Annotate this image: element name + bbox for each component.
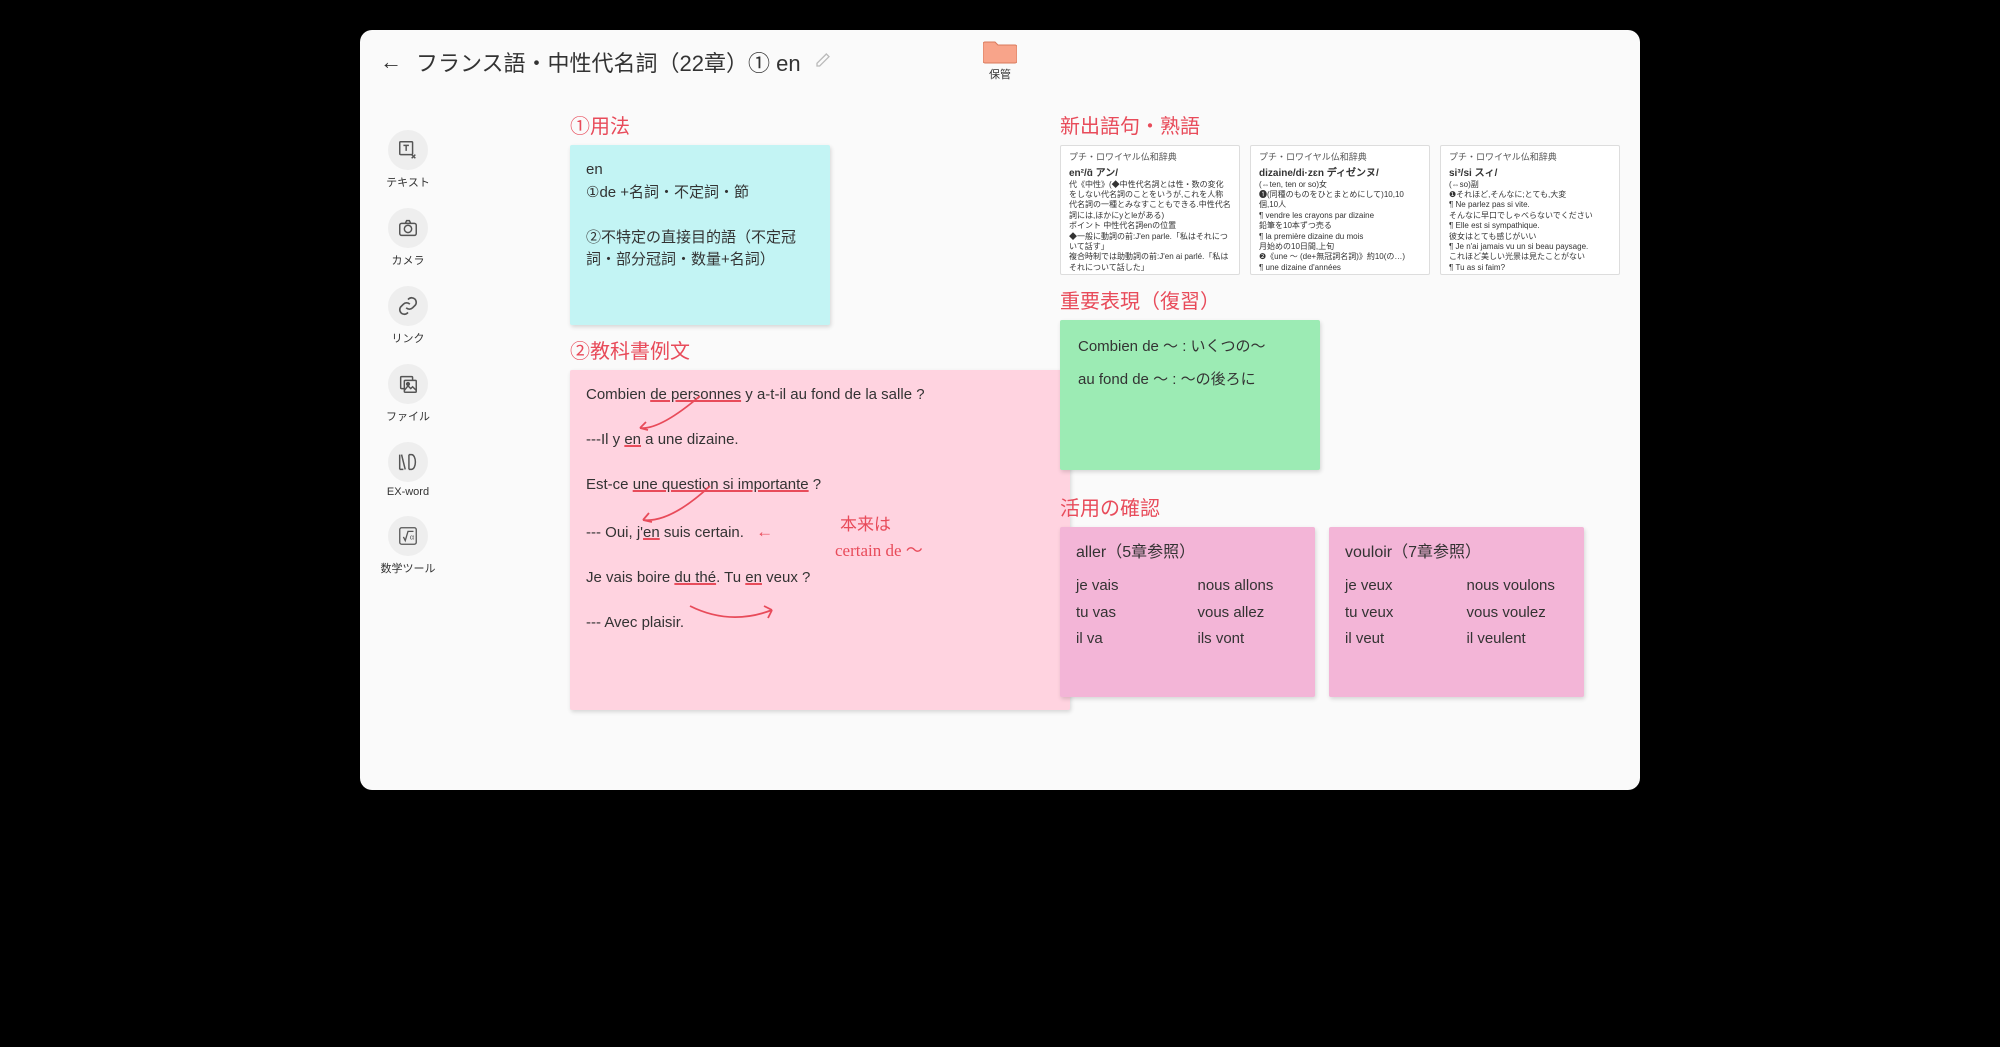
review-card[interactable]: Combien de ～ : いくつの～ au fond de ～ : ～の後ろ… — [1060, 320, 1320, 470]
dict-row: プチ・ロワイヤル仏和辞典 en²/ɑ̃ アン/ 代《中性》(◆中性代名詞とは性・… — [1060, 145, 1620, 275]
folder-label: 保管 — [989, 66, 1011, 82]
sidebar: テキスト カメラ リンク ファイル EX-word — [378, 130, 438, 576]
conj-cell: ils vont — [1198, 628, 1300, 651]
tool-link[interactable]: リンク — [388, 286, 428, 346]
tool-text[interactable]: テキスト — [386, 130, 430, 190]
textbook-a2: --- Oui, j'en suis certain. — [586, 524, 748, 541]
dict-body: (⇔so)副 ❶それほど,そんなに;とても,大変 ¶ Ne parlez pas… — [1449, 180, 1611, 274]
tool-exword-label: EX-word — [387, 486, 429, 498]
section-vocab-title: 新出語句・熟語 — [1060, 110, 1620, 139]
folder-button[interactable]: 保管 — [983, 38, 1017, 82]
tool-text-label: テキスト — [386, 174, 430, 190]
conj-cell: vous voulez — [1467, 602, 1569, 625]
section-review-title: 重要表現（復習） — [1060, 285, 1620, 314]
conj-grid-0: je vais nous allons tu vas vous allez il… — [1076, 575, 1299, 651]
usage-line2: ①de +名詞・不定詞・節 — [586, 182, 814, 205]
textbook-card[interactable]: Combien de personnes y a-t-il au fond de… — [570, 370, 1070, 710]
dict-card-2[interactable]: プチ・ロワイヤル仏和辞典 si³/si スィ/ (⇔so)副 ❶それほど,そんな… — [1440, 145, 1620, 275]
conj-cell: je veux — [1345, 575, 1447, 598]
conj-cell: vous allez — [1198, 602, 1300, 625]
section-usage-title: ①用法 — [570, 110, 1030, 139]
textbook-q3: Je vais boire du thé. Tu en veux ? — [586, 567, 1054, 590]
usage-card[interactable]: en ①de +名詞・不定詞・節 ②不特定の直接目的語（不定冠詞・部分冠詞・数量… — [570, 145, 830, 325]
app-window: ← フランス語・中性代名詞（22章）① en 保管 テキスト カメラ — [360, 30, 1640, 790]
tool-exword[interactable]: EX-word — [387, 442, 429, 498]
conj-grid-1: je veux nous voulons tu veux vous voulez… — [1345, 575, 1568, 651]
dict-src: プチ・ロワイヤル仏和辞典 — [1259, 152, 1421, 164]
tool-file[interactable]: ファイル — [386, 364, 430, 424]
tool-camera[interactable]: カメラ — [388, 208, 428, 268]
review-line2: au fond de ～ : ～の後ろに — [1078, 369, 1302, 392]
tool-file-label: ファイル — [386, 408, 430, 424]
dict-head: en²/ɑ̃ アン/ — [1069, 167, 1231, 180]
textbook-a1: ---Il y en a une dizaine. — [586, 429, 1054, 452]
dict-body: 代《中性》(◆中性代名詞とは性・数の変化をしない代名詞のことをいうが,これを人称… — [1069, 180, 1231, 274]
conj-row: aller（5章参照） je vais nous allons tu vas v… — [1060, 527, 1620, 697]
conj-title-0: aller（5章参照） — [1076, 541, 1299, 565]
dict-card-0[interactable]: プチ・ロワイヤル仏和辞典 en²/ɑ̃ アン/ 代《中性》(◆中性代名詞とは性・… — [1060, 145, 1240, 275]
section-conj-title: 活用の確認 — [1060, 492, 1620, 521]
conj-card-1[interactable]: vouloir（7章参照） je veux nous voulons tu ve… — [1329, 527, 1584, 697]
back-button[interactable]: ← — [380, 49, 402, 75]
conj-card-0[interactable]: aller（5章参照） je vais nous allons tu vas v… — [1060, 527, 1315, 697]
dict-card-1[interactable]: プチ・ロワイヤル仏和辞典 dizaine/di·zɛn ディゼンヌ/ (⇔ten… — [1250, 145, 1430, 275]
conj-cell: nous allons — [1198, 575, 1300, 598]
tool-link-label: リンク — [392, 330, 425, 346]
conj-cell: il veut — [1345, 628, 1447, 651]
hand-arrow: ← — [756, 522, 773, 541]
camera-icon — [388, 208, 428, 248]
hand-note-1: 本来は — [840, 512, 891, 538]
conj-cell: il va — [1076, 628, 1178, 651]
left-column: ①用法 en ①de +名詞・不定詞・節 ②不特定の直接目的語（不定冠詞・部分冠… — [570, 110, 1030, 710]
conj-cell: je vais — [1076, 575, 1178, 598]
textbook-a3: --- Avec plaisir. — [586, 612, 1054, 635]
conj-cell: tu veux — [1345, 602, 1447, 625]
section-textbook-title: ②教科書例文 — [570, 335, 1030, 364]
usage-line3: ②不特定の直接目的語（不定冠詞・部分冠詞・数量+名詞） — [586, 227, 814, 272]
link-icon — [388, 286, 428, 326]
usage-line1: en — [586, 159, 814, 182]
tool-camera-label: カメラ — [392, 252, 425, 268]
page-title: フランス語・中性代名詞（22章）① en — [416, 46, 801, 78]
hand-note-2: certain de ～ — [835, 538, 923, 564]
tool-math[interactable]: α 数学ツール — [381, 516, 436, 576]
dict-src: プチ・ロワイヤル仏和辞典 — [1449, 152, 1611, 164]
tool-math-label: 数学ツール — [381, 560, 436, 576]
review-line1: Combien de ～ : いくつの～ — [1078, 336, 1302, 359]
dict-src: プチ・ロワイヤル仏和辞典 — [1069, 152, 1231, 164]
conj-title-1: vouloir（7章参照） — [1345, 541, 1568, 565]
file-icon — [388, 364, 428, 404]
right-column: 新出語句・熟語 プチ・ロワイヤル仏和辞典 en²/ɑ̃ アン/ 代《中性》(◆中… — [1060, 110, 1620, 697]
text-icon — [388, 130, 428, 170]
textbook-q2: Est-ce une question si importante ? — [586, 474, 1054, 497]
conj-cell: tu vas — [1076, 602, 1178, 625]
conj-cell: il veulent — [1467, 628, 1569, 651]
svg-text:α: α — [410, 533, 415, 542]
math-icon: α — [388, 516, 428, 556]
canvas[interactable]: ①用法 en ①de +名詞・不定詞・節 ②不特定の直接目的語（不定冠詞・部分冠… — [460, 110, 1620, 780]
dict-head: si³/si スィ/ — [1449, 167, 1611, 180]
exword-icon — [388, 442, 428, 482]
dict-head: dizaine/di·zɛn ディゼンヌ/ — [1259, 167, 1421, 180]
conj-cell: nous voulons — [1467, 575, 1569, 598]
dict-body: (⇔ten, ten or so)女 ❶(同種のものをひとまとめにして)10,1… — [1259, 180, 1421, 274]
folder-icon — [983, 38, 1017, 64]
edit-title-icon[interactable] — [815, 52, 831, 73]
textbook-q1: Combien de personnes y a-t-il au fond de… — [586, 384, 1054, 407]
